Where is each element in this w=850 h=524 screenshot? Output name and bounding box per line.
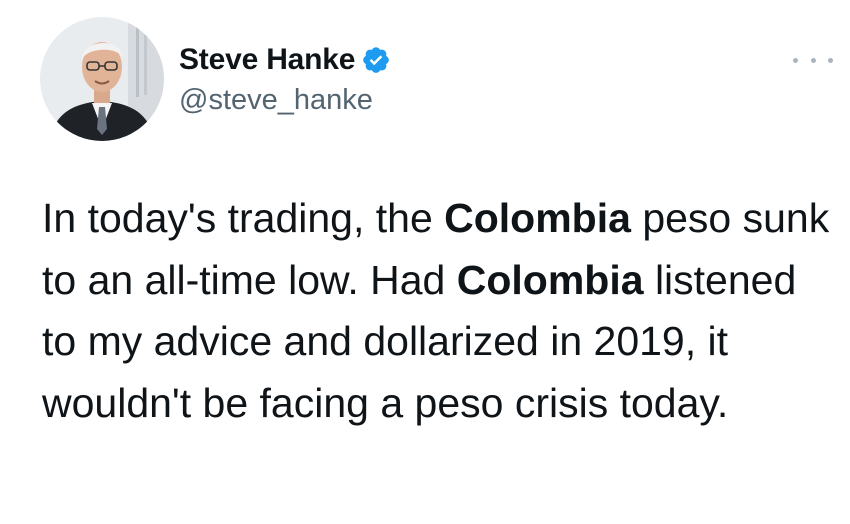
more-dot bbox=[793, 57, 798, 63]
more-dot bbox=[810, 57, 816, 63]
tweet-text-segment: In today's trading, the bbox=[42, 195, 445, 241]
author-handle[interactable]: @steve_hanke bbox=[179, 84, 373, 117]
author-display-name[interactable]: Steve Hanke bbox=[179, 43, 355, 77]
avatar-photo-icon bbox=[40, 17, 164, 141]
tweet-text-bold: Colombia bbox=[456, 256, 644, 303]
verified-badge-icon bbox=[361, 45, 391, 75]
author-name-row: Steve Hanke bbox=[179, 40, 391, 80]
more-dot bbox=[828, 57, 833, 63]
tweet-card: Steve Hanke @steve_hanke In today's trad… bbox=[0, 0, 850, 524]
author-avatar[interactable] bbox=[40, 17, 164, 141]
more-options-icon[interactable] bbox=[793, 50, 833, 70]
tweet-text: In today's trading, the Colombia peso su… bbox=[42, 188, 832, 434]
tweet-text-bold: Colombia bbox=[444, 195, 631, 241]
